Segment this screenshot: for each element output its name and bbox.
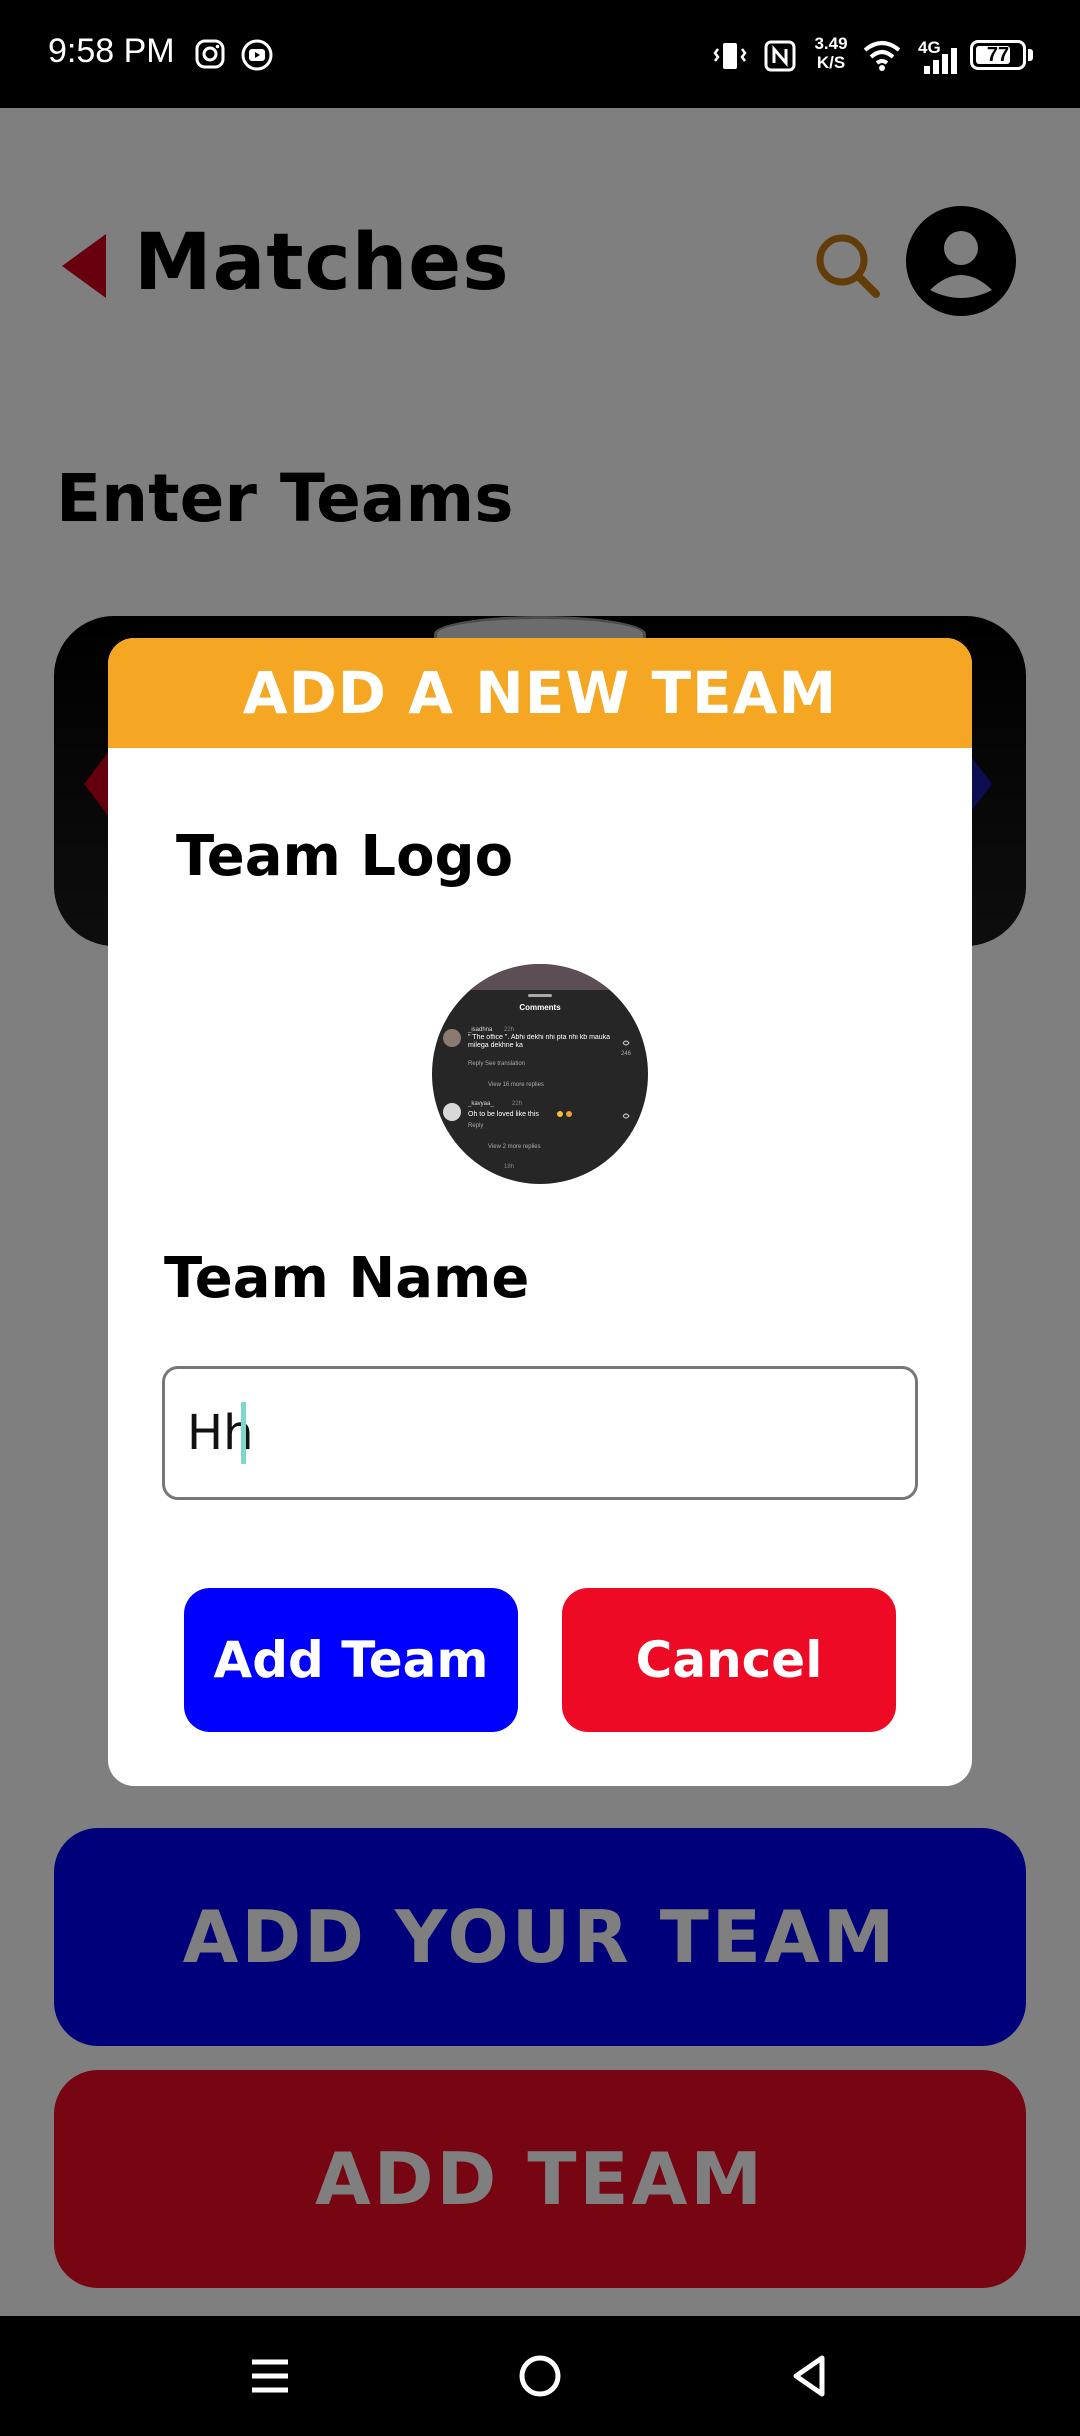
preview-heart-icon-2 — [622, 1113, 630, 1119]
logo-preview: Comments _isadhna 22h " The office ". Ab… — [432, 964, 648, 1184]
vibrate-icon — [713, 43, 747, 69]
preview-heart-icon — [622, 1040, 630, 1046]
preview-comment-1-meta: Reply See translation — [468, 1061, 525, 1067]
battery-level: 77 — [986, 44, 1010, 66]
signal-icon — [924, 48, 957, 74]
network-speed-value: 3.49 — [814, 34, 848, 53]
dialog-title: ADD A NEW TEAM — [108, 638, 972, 748]
add-team-dialog: ADD A NEW TEAM Team Logo Comments _isadh… — [108, 638, 972, 1786]
status-time: 9:58 PM — [48, 32, 175, 70]
preview-comment-2-age: 22h — [512, 1101, 522, 1107]
preview-comment-1-user: _isadhna — [467, 1027, 493, 1033]
nfc-icon — [764, 40, 796, 72]
status-bar: 9:58 PM 3.49 K/S 4G 77 — [0, 0, 1080, 108]
wifi-icon — [863, 41, 901, 71]
preview-comment-2-text: Oh to be loved like this — [468, 1111, 539, 1118]
preview-comment-2-replies: View 2 more replies — [488, 1144, 541, 1150]
add-team-confirm-button[interactable]: Add Team — [184, 1588, 518, 1732]
text-cursor — [241, 1402, 246, 1464]
team-logo-label: Team Logo — [176, 824, 514, 889]
team-name-label: Team Name — [164, 1246, 530, 1311]
preview-comment-1-likes: 246 — [621, 1051, 632, 1057]
back-icon[interactable] — [780, 2346, 840, 2406]
network-speed-unit: K/S — [816, 53, 846, 72]
preview-comment-1-replies: View 16 more replies — [488, 1082, 544, 1088]
preview-comment-1-age: 22h — [504, 1027, 514, 1033]
network-speed: 3.49 K/S — [810, 34, 852, 72]
team-logo-image[interactable]: Comments _isadhna 22h " The office ". Ab… — [432, 964, 648, 1184]
preview-comment-2-user: _kavyaa_ — [467, 1101, 494, 1107]
cancel-button[interactable]: Cancel — [562, 1588, 896, 1732]
download-icon — [241, 39, 273, 71]
instagram-icon — [195, 39, 225, 69]
preview-comment-1-text-box: " The office ". Abhi dekhi nhi pta nhi k… — [468, 1034, 611, 1049]
system-nav-bar — [0, 2316, 1080, 2436]
battery-nub — [1028, 49, 1033, 61]
battery-icon: 77 — [970, 40, 1026, 70]
preview-comment-3-age: 18h — [504, 1164, 514, 1170]
menu-icon[interactable] — [240, 2346, 300, 2406]
preview-comment-2-meta: Reply — [468, 1123, 483, 1129]
home-icon[interactable] — [510, 2346, 570, 2406]
team-name-input[interactable] — [162, 1366, 918, 1500]
preview-comment-1-text: " The office ". Abhi dekhi nhi pta nhi k… — [468, 1034, 611, 1049]
logo-preview-title: Comments — [519, 1003, 561, 1012]
